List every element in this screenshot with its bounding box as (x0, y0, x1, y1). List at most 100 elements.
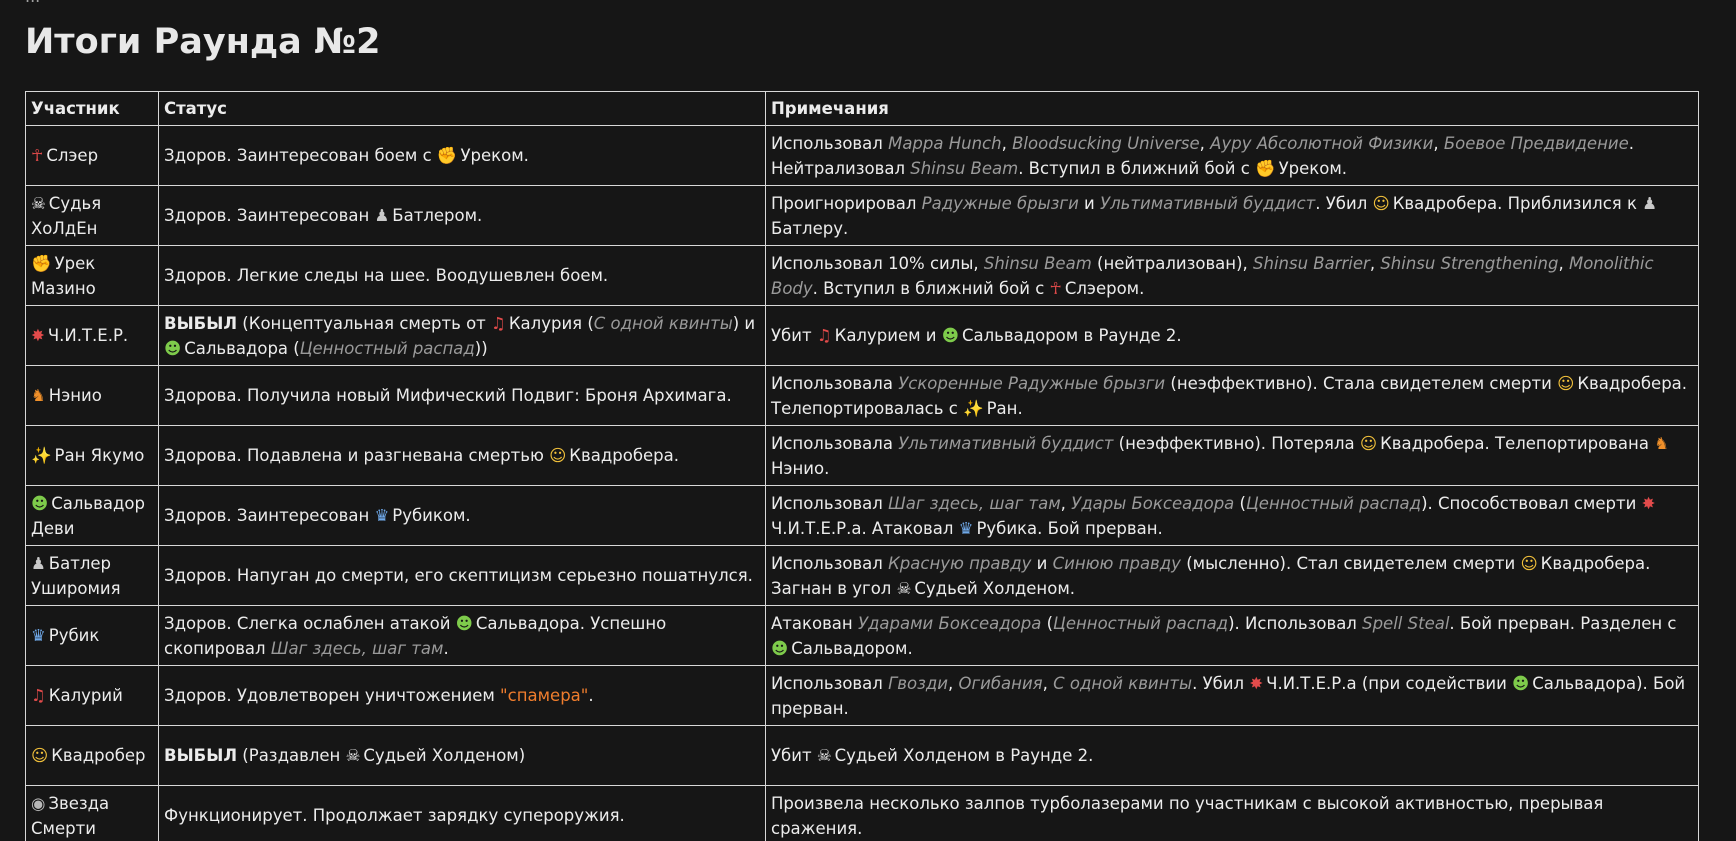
cell-text: , (1558, 253, 1569, 273)
status-cell: Здоров. Заинтересован ♛ Рубиком. (158, 485, 766, 546)
participant-name: Рубик (48, 626, 100, 645)
cell-text: (неэффективно). Стала свидетелем смерти (1165, 373, 1558, 393)
table-row: ♫ Калурий Здоров. Удовлетворен уничтожение… (25, 665, 1699, 726)
cell-text: Здорова. Получила новый Мифический Подви… (164, 386, 732, 405)
cell-text: Атакован (771, 613, 858, 633)
participant-name: Ч.И.Т.Е.Р. (47, 326, 129, 345)
ability-reference: Shinsu Strengthening (1380, 253, 1559, 273)
cell-text: Функционирует. Продолжает зарядку суперо… (164, 806, 625, 825)
cell-text: Использовал (771, 673, 889, 693)
table-row: ◉ Звезда Смерти Функционирует. Продолжает … (25, 785, 1699, 841)
cell-text: )) (474, 338, 488, 358)
death-star-icon: ◉ (31, 793, 46, 813)
cell-text: Уреком. (460, 146, 529, 165)
cell-text: (нейтрализован), (1091, 253, 1254, 273)
participant-cell: ◉ Звезда Смерти (25, 785, 159, 841)
table-row: ♞ Нэнио Здорова. Получила новый Мифический… (25, 365, 1699, 426)
chess-pawn-icon: ♟ (31, 553, 46, 573)
cell-text: . Вступил в ближний бой с (1018, 158, 1256, 178)
column-header-status: Статус (158, 91, 766, 126)
ability-reference: Синюю правду (1052, 553, 1181, 573)
cell-text: Судьей Холденом в Раунде 2. (834, 746, 1094, 765)
cat-face-icon: ☺ (1557, 373, 1575, 393)
cell-text: Использовал (771, 493, 889, 513)
guitar-icon: ♫ (491, 313, 506, 333)
participant-cell: ♫ Калурий (25, 665, 159, 726)
cell-text: Убит (771, 326, 817, 345)
status-cell: Здорова. Получила новый Мифический Подви… (158, 365, 766, 426)
alien-icon: ☻ (1512, 673, 1530, 693)
guitar-icon: ♫ (816, 326, 832, 345)
mage-icon: ♛ (374, 506, 390, 525)
cell-text: Батлеру. (771, 218, 849, 238)
cell-text: . Убил (1192, 673, 1250, 693)
cell-text: . (588, 686, 594, 705)
chess-pawn-icon: ♟ (374, 206, 390, 225)
cell-text: (Раздавлен (237, 746, 346, 765)
table-row: ♛ Рубик Здоров. Слегка ослаблен атакой ☻ Са… (25, 605, 1699, 666)
participant-cell: ♛ Рубик (25, 605, 159, 666)
notes-cell: Использовал Шаг здесь, шаг там, Удары Бо… (765, 485, 1699, 546)
notes-cell: Использовал Mappa Hunch, Bloodsucking Un… (765, 125, 1699, 186)
cell-text: Калурия ( (508, 313, 594, 333)
status-cell: Здоров. Легкие следы на шее. Воодушевлен… (158, 245, 766, 306)
ability-reference: Mappa Hunch (888, 133, 1002, 153)
status-cell: Здоров. Заинтересован ♟ Батлером. (158, 185, 766, 246)
cell-text: Использовал (771, 133, 889, 153)
cell-text: Слэером. (1064, 278, 1145, 298)
cell-text: Убит (771, 746, 817, 765)
fox-icon: ♞ (1654, 433, 1669, 453)
participant-cell: ♞ Нэнио (25, 365, 159, 426)
cell-text: Использовала (771, 433, 899, 453)
round-results-table: Участник Статус Примечания ☥ Слэер Здоров.… (25, 91, 1699, 841)
cell-text: Калурием и (834, 326, 942, 345)
cat-face-icon: ☺ (1520, 553, 1538, 573)
ability-reference: Красную правду (888, 553, 1032, 573)
skull-icon: ☠ (31, 193, 46, 213)
participant-name: Слэер (46, 146, 99, 165)
notes-cell: Убит ☠ Судьей Холденом в Раунде 2. (765, 725, 1699, 786)
table-body: ☥ Слэер Здоров. Заинтересован боем с ✊ Урек… (25, 125, 1699, 841)
ability-reference: Shinsu Barrier (1253, 253, 1370, 273)
table-row: ✊ Урек Мазино Здоров. Легкие следы на шее.… (25, 245, 1699, 306)
fox-icon: ♞ (31, 386, 46, 405)
table-row: ☠ Судья ХоЛдЕн Здоров. Заинтересован ♟ Батл… (25, 185, 1699, 246)
ability-reference: Ультимативный буддист (1100, 193, 1316, 213)
vampire-icon: ☥ (31, 146, 44, 165)
table-row: ☻ Сальвадор Деви Здоров. Заинтересован ♛ Ру… (25, 485, 1699, 546)
alien-icon: ☻ (164, 338, 182, 358)
skull-icon: ☠ (896, 578, 912, 598)
status-cell: ВЫБЫЛ (Раздавлен ☠ Судьей Холденом) (158, 725, 766, 786)
cell-text: ). Способствовал смерти (1421, 493, 1642, 513)
alien-icon: ☻ (455, 613, 473, 633)
ability-reference: Удары Боксеадора (1071, 493, 1235, 513)
notes-cell: Использовала Ускоренные Радужные брызги … (765, 365, 1699, 426)
notes-cell: Использовал Гвозди, Огибания, С одной кв… (765, 665, 1699, 726)
sparkles-icon: ✨ (963, 398, 984, 418)
page-title: Итоги Раунда №2 (25, 22, 381, 62)
cell-text: Произвела несколько залпов турболазерами… (771, 793, 1604, 838)
cell-text: Использовала (771, 373, 899, 393)
flexed-biceps-icon: ✊ (31, 253, 52, 273)
ability-reference: Ценностный распад (1245, 493, 1422, 513)
cell-text: . Бой прерван. Разделен с (1449, 613, 1677, 633)
participant-cell: ☠ Судья ХоЛдЕн (25, 185, 159, 246)
collision-icon: ✸ (1641, 493, 1656, 513)
cell-text: Рубика. Бой прерван. (976, 518, 1163, 538)
cat-face-icon: ☺ (31, 746, 49, 765)
ability-reference: Радужные брызги (921, 193, 1079, 213)
participant-cell: ✨ Ран Якумо (25, 425, 159, 486)
sparkles-icon: ✨ (31, 446, 52, 465)
cell-text: Сальвадором в Раунде 2. (961, 326, 1182, 345)
ability-reference: С одной квинты (593, 313, 733, 333)
alien-icon: ☻ (771, 638, 789, 658)
cell-text: ( (1234, 493, 1246, 513)
ability-reference: Гвозди (888, 673, 948, 693)
mage-icon: ♛ (31, 626, 46, 645)
eliminated-label: ВЫБЫЛ (164, 746, 238, 765)
skull-icon: ☠ (816, 746, 832, 765)
skull-icon: ☠ (345, 746, 361, 765)
flexed-biceps-icon: ✊ (436, 146, 458, 165)
notes-cell: Проигнорировал Радужные брызги и Ультима… (765, 185, 1699, 246)
alien-icon: ☻ (941, 326, 959, 345)
